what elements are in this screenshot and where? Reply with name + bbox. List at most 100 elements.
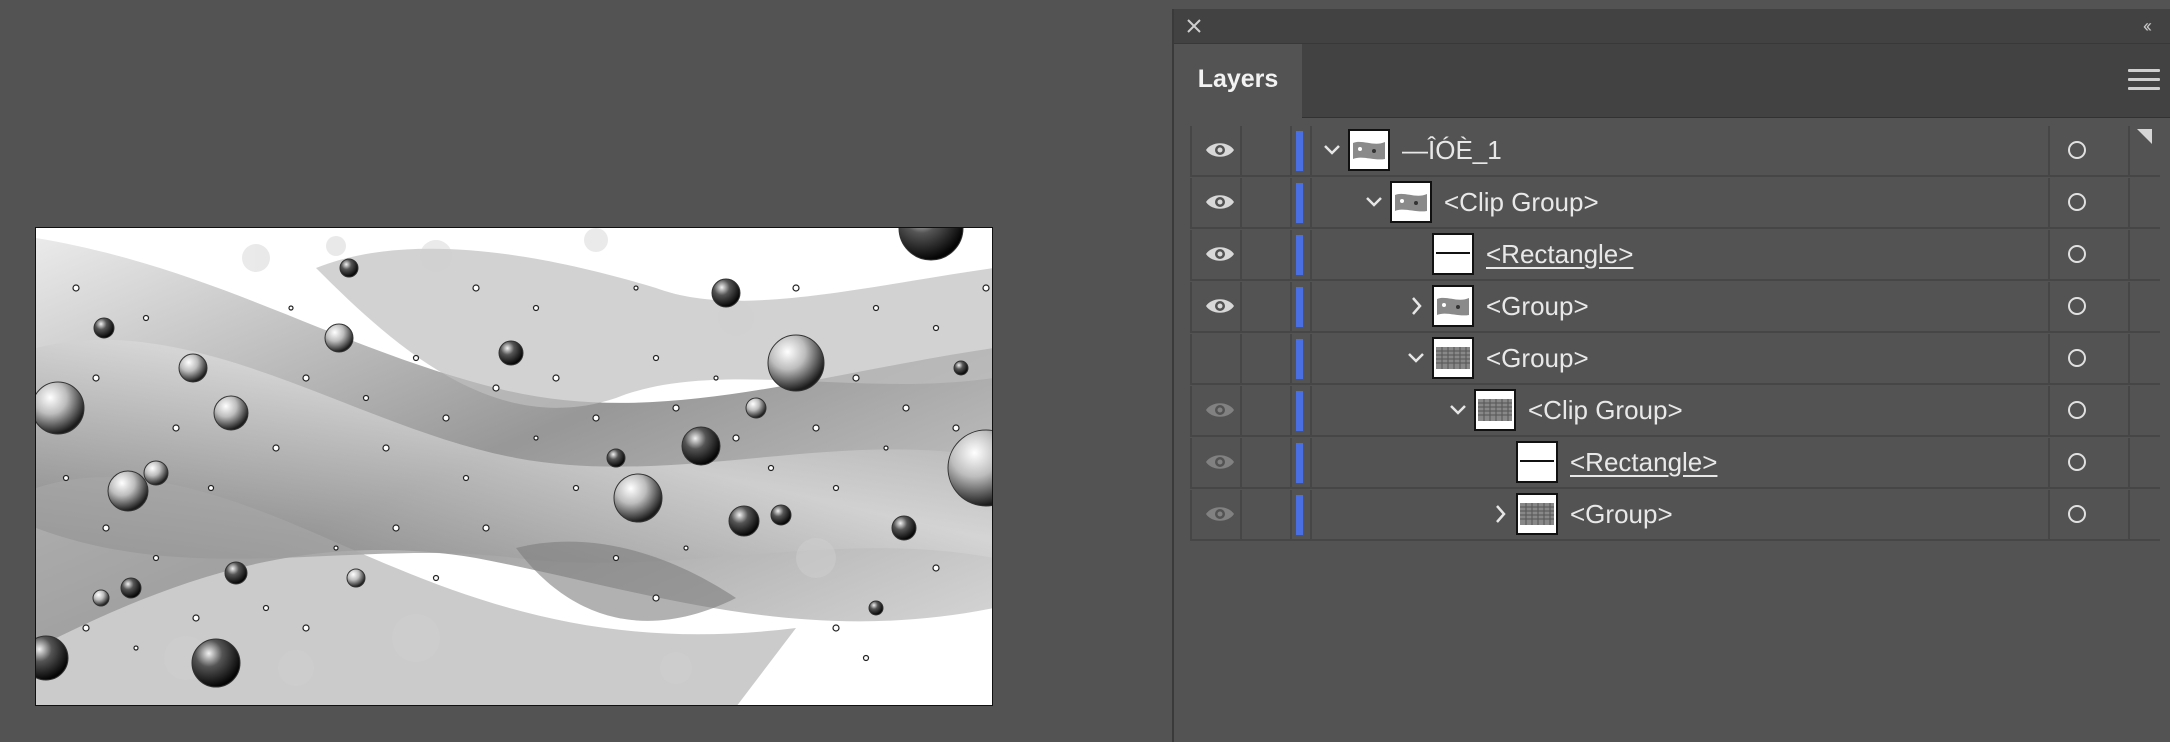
- chevron-down-icon[interactable]: [1402, 342, 1430, 374]
- column-divider: [1190, 282, 1192, 331]
- column-divider: [2048, 438, 2050, 487]
- lock-toggle[interactable]: [1242, 386, 1288, 435]
- layer-thumbnail: [1390, 181, 1432, 223]
- visibility-eye-icon[interactable]: [1204, 242, 1236, 266]
- column-divider: [1290, 490, 1292, 539]
- column-divider: [1310, 178, 1312, 227]
- column-divider: [1290, 230, 1292, 279]
- target-circle-icon[interactable]: [2068, 245, 2086, 263]
- lock-toggle[interactable]: [1242, 230, 1288, 279]
- target-circle-icon[interactable]: [2068, 453, 2086, 471]
- visibility-eye-icon[interactable]: [1204, 138, 1236, 162]
- column-divider: [2048, 490, 2050, 539]
- layers-panel: ‹‹ Layers —ÎÓÈ_1 <Clip Group> <Rectangle…: [1172, 9, 2170, 742]
- column-divider: [1190, 126, 1192, 175]
- layer-thumbnail: [1516, 493, 1558, 535]
- layer-name[interactable]: <Clip Group>: [1528, 386, 1683, 435]
- column-divider: [2048, 334, 2050, 383]
- layer-thumbnail: [1516, 441, 1558, 483]
- layer-thumbnail: [1348, 129, 1390, 171]
- target-circle-icon[interactable]: [2068, 401, 2086, 419]
- layer-name[interactable]: —ÎÓÈ_1: [1402, 126, 1502, 175]
- layer-color-indicator: [1296, 235, 1303, 275]
- column-divider: [1290, 334, 1292, 383]
- layer-thumbnail: [1474, 389, 1516, 431]
- visibility-eye-icon[interactable]: [1204, 294, 1236, 318]
- layer-row[interactable]: —ÎÓÈ_1: [1190, 126, 2160, 177]
- layer-color-indicator: [1296, 443, 1303, 483]
- visibility-eye-icon[interactable]: [1204, 450, 1236, 474]
- layer-name[interactable]: <Group>: [1486, 282, 1589, 331]
- column-divider: [1190, 334, 1192, 383]
- lock-toggle[interactable]: [1242, 334, 1288, 383]
- layer-thumbnail: [1432, 337, 1474, 379]
- visibility-eye-icon[interactable]: [1204, 398, 1236, 422]
- column-divider: [1310, 386, 1312, 435]
- column-divider: [2128, 386, 2130, 435]
- layer-color-indicator: [1296, 391, 1303, 431]
- layer-color-indicator: [1296, 287, 1303, 327]
- column-divider: [2048, 282, 2050, 331]
- column-divider: [1190, 438, 1192, 487]
- layer-row[interactable]: <Group>: [1190, 334, 2160, 385]
- close-icon[interactable]: [1182, 14, 1206, 38]
- artboard[interactable]: [35, 227, 993, 706]
- column-divider: [2128, 126, 2130, 175]
- layer-name[interactable]: <Group>: [1570, 490, 1673, 539]
- hamburger-menu-icon[interactable]: [2128, 69, 2160, 95]
- layer-thumbnail: [1432, 285, 1474, 327]
- layer-name[interactable]: <Group>: [1486, 334, 1589, 383]
- target-circle-icon[interactable]: [2068, 193, 2086, 211]
- layer-row[interactable]: <Rectangle>: [1190, 438, 2160, 489]
- chevron-down-icon[interactable]: [1318, 134, 1346, 166]
- tab-layers[interactable]: Layers: [1174, 44, 1302, 118]
- layer-name[interactable]: <Rectangle>: [1570, 438, 1717, 487]
- artwork: [36, 228, 992, 705]
- layer-color-indicator: [1296, 339, 1303, 379]
- column-divider: [2128, 282, 2130, 331]
- lock-toggle[interactable]: [1242, 438, 1288, 487]
- lock-toggle[interactable]: [1242, 490, 1288, 539]
- layer-name[interactable]: <Rectangle>: [1486, 230, 1633, 279]
- target-circle-icon[interactable]: [2068, 297, 2086, 315]
- column-divider: [1190, 230, 1192, 279]
- layer-row[interactable]: <Group>: [1190, 282, 2160, 333]
- column-divider: [1310, 490, 1312, 539]
- column-divider: [2048, 126, 2050, 175]
- target-circle-icon[interactable]: [2068, 349, 2086, 367]
- column-divider: [1190, 490, 1192, 539]
- visibility-eye-icon[interactable]: [1204, 346, 1236, 370]
- double-chevron-left-icon[interactable]: ‹‹: [2132, 14, 2160, 38]
- column-divider: [2128, 230, 2130, 279]
- layer-name[interactable]: <Clip Group>: [1444, 178, 1599, 227]
- column-divider: [2048, 386, 2050, 435]
- chevron-down-icon[interactable]: [1444, 394, 1472, 426]
- layer-row[interactable]: <Group>: [1190, 490, 2160, 541]
- column-divider: [1290, 438, 1292, 487]
- panel-titlebar: ‹‹: [1174, 9, 2170, 44]
- column-divider: [1310, 334, 1312, 383]
- column-divider: [2128, 438, 2130, 487]
- layer-list: —ÎÓÈ_1 <Clip Group> <Rectangle> <Group> …: [1190, 126, 2160, 556]
- layer-row[interactable]: <Clip Group>: [1190, 178, 2160, 229]
- chevron-right-icon[interactable]: [1486, 498, 1514, 530]
- chevron-right-icon[interactable]: [1402, 290, 1430, 322]
- target-circle-icon[interactable]: [2068, 505, 2086, 523]
- layer-color-indicator: [1296, 131, 1303, 171]
- column-divider: [1310, 126, 1312, 175]
- column-divider: [2128, 334, 2130, 383]
- lock-toggle[interactable]: [1242, 178, 1288, 227]
- column-divider: [1290, 178, 1292, 227]
- column-divider: [1290, 282, 1292, 331]
- layer-row[interactable]: <Rectangle>: [1190, 230, 2160, 281]
- column-divider: [1190, 178, 1192, 227]
- layer-color-indicator: [1296, 183, 1303, 223]
- chevron-down-icon[interactable]: [1360, 186, 1388, 218]
- lock-toggle[interactable]: [1242, 282, 1288, 331]
- lock-toggle[interactable]: [1242, 126, 1288, 175]
- visibility-eye-icon[interactable]: [1204, 502, 1236, 526]
- target-circle-icon[interactable]: [2068, 141, 2086, 159]
- layer-row[interactable]: <Clip Group>: [1190, 386, 2160, 437]
- column-divider: [1310, 438, 1312, 487]
- visibility-eye-icon[interactable]: [1204, 190, 1236, 214]
